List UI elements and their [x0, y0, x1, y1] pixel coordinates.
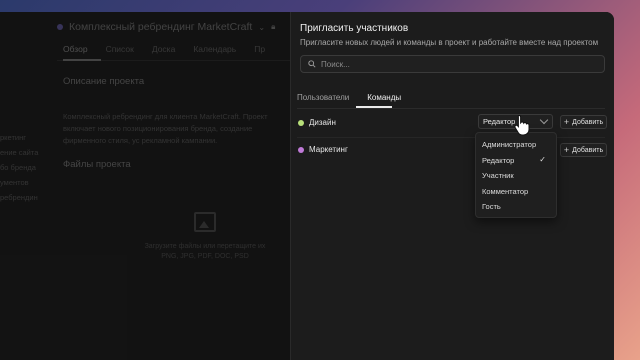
tabs-divider [297, 108, 605, 109]
team-name: Маркетинг [309, 145, 348, 154]
invite-subtitle: Пригласите новых людей и команды в проек… [300, 38, 599, 47]
menu-item-commenter[interactable]: Комментатор [482, 187, 528, 196]
tab-teams[interactable]: Команды [367, 93, 401, 102]
menu-item-member[interactable]: Участник [482, 171, 514, 180]
hand-pointer-icon [514, 114, 530, 136]
role-select-value: Редактор [483, 117, 516, 126]
invite-tabs: Пользователи Команды [297, 93, 401, 102]
team-row-marketing: Маркетинг [298, 145, 348, 154]
menu-item-admin[interactable]: Администратор [482, 140, 536, 149]
add-team-button[interactable]: + Добавить [560, 143, 607, 157]
app-window: Комплексный ребрендинг MarketCraft ⌄ 🔒︎ … [0, 12, 614, 360]
role-dropdown-menu: Администратор Редактор Участник Коммента… [475, 132, 557, 218]
search-input[interactable] [321, 59, 581, 69]
row-divider [297, 137, 605, 138]
search-icon [308, 60, 316, 68]
active-tab-underline [356, 106, 392, 108]
invite-title: Пригласить участников [300, 23, 409, 34]
add-button-label: Добавить [572, 146, 604, 154]
plus-icon: + [563, 144, 570, 155]
search-field[interactable] [300, 55, 605, 73]
tab-users[interactable]: Пользователи [297, 93, 349, 102]
modal-backdrop[interactable] [0, 12, 290, 360]
add-team-button[interactable]: + Добавить [560, 115, 607, 129]
menu-item-guest[interactable]: Гость [482, 202, 501, 211]
team-row-design: Дизайн [298, 118, 336, 127]
team-color-dot [298, 119, 304, 126]
chevron-down-icon [539, 115, 549, 125]
add-button-label: Добавить [572, 118, 604, 126]
plus-icon: + [563, 116, 570, 127]
team-color-dot [298, 146, 304, 153]
check-icon: ✓ [539, 155, 546, 164]
invite-panel: Пригласить участников Пригласите новых л… [290, 12, 614, 360]
team-name: Дизайн [309, 118, 336, 127]
menu-item-editor[interactable]: Редактор [482, 156, 514, 165]
